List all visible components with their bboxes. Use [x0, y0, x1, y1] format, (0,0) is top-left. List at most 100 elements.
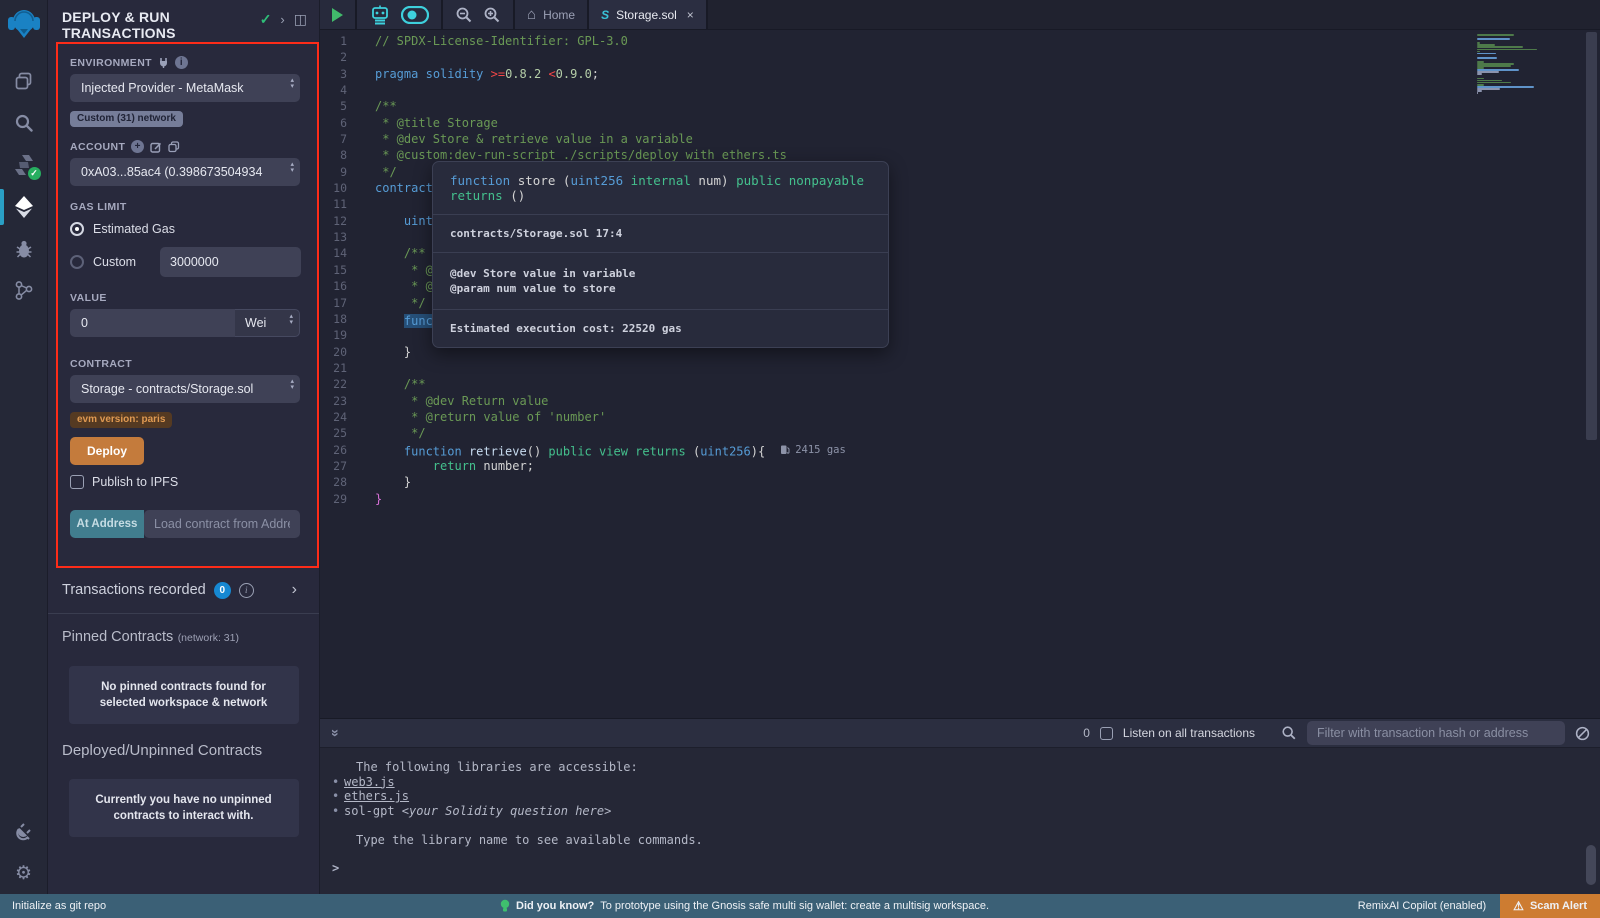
line-number: 29	[320, 491, 375, 507]
line-number: 18	[320, 311, 375, 327]
edit-account-icon[interactable]	[150, 141, 162, 153]
transaction-filter-input[interactable]	[1307, 721, 1565, 745]
code-line[interactable]: 27 return number;	[320, 458, 1600, 474]
code-line[interactable]: 26 function retrieve() public view retur…	[320, 442, 1600, 458]
run-script-button[interactable]	[320, 0, 357, 29]
value-input[interactable]: 0	[70, 309, 235, 337]
estimated-gas-option[interactable]: Estimated Gas	[70, 222, 305, 236]
copilot-status[interactable]: RemixAI Copilot (enabled)	[1358, 900, 1486, 912]
account-value: 0xA03...85ac4 (0.398673504934	[81, 165, 262, 179]
copy-account-icon[interactable]	[168, 141, 180, 153]
account-select[interactable]: 0xA03...85ac4 (0.398673504934 ▴▾	[70, 158, 300, 186]
zoom-out-icon[interactable]	[455, 6, 473, 24]
publish-ipfs-label: Publish to IPFS	[92, 475, 178, 489]
tab-storage-sol[interactable]: S Storage.sol ×	[589, 0, 708, 29]
gas-estimate-badge: 2415 gas	[781, 442, 846, 458]
plugin-manager-icon[interactable]	[0, 810, 48, 852]
code-line[interactable]: 28 }	[320, 474, 1600, 490]
terminal-line	[332, 818, 1600, 833]
code-line[interactable]: 1// SPDX-License-Identifier: GPL-3.0	[320, 33, 1600, 49]
collapse-terminal-icon[interactable]: »	[328, 729, 344, 737]
line-number: 11	[320, 196, 375, 212]
code-line[interactable]: 29}	[320, 491, 1600, 507]
contract-select[interactable]: Storage - contracts/Storage.sol ▴▾	[70, 375, 300, 403]
listen-all-checkbox[interactable]	[1100, 727, 1113, 740]
scam-alert-button[interactable]: ⚠ Scam Alert	[1500, 894, 1600, 918]
code-line[interactable]: 2	[320, 49, 1600, 65]
plug-icon[interactable]	[158, 57, 169, 68]
git-init-status[interactable]: Initialize as git repo	[0, 900, 106, 912]
file-explorer-icon[interactable]	[0, 60, 48, 102]
zoom-in-icon[interactable]	[483, 6, 501, 24]
publish-ipfs-checkbox[interactable]	[70, 475, 84, 489]
settings-icon[interactable]: ⚙	[0, 852, 48, 894]
evm-version-badge: evm version: paris	[70, 412, 172, 428]
deploy-run-icon[interactable]	[0, 186, 48, 228]
solidity-compiler-icon[interactable]: ✓	[0, 144, 48, 186]
code-token: * @title Storage	[375, 116, 498, 130]
code-token	[781, 173, 789, 188]
debugger-icon[interactable]	[0, 228, 48, 270]
transactions-recorded-row[interactable]: Transactions recorded 0 i ›	[48, 568, 319, 611]
code-line[interactable]: 3pragma solidity >=0.8.2 <0.9.0;	[320, 66, 1600, 82]
code-token: 0.9.0	[556, 67, 592, 81]
code-line[interactable]: 4	[320, 82, 1600, 98]
terminal-body[interactable]: The following libraries are accessible:•…	[320, 748, 1600, 875]
remixai-assistant-icon[interactable]	[369, 5, 391, 25]
code-line[interactable]: 7 * @dev Store & retrieve value in a var…	[320, 131, 1600, 147]
code-line[interactable]: 25 */	[320, 425, 1600, 441]
transactions-info-icon[interactable]: i	[239, 583, 254, 598]
minimap-line	[1477, 38, 1510, 40]
environment-value: Injected Provider - MetaMask	[81, 81, 244, 95]
network-badge: Custom (31) network	[70, 111, 183, 127]
editor-scrollbar[interactable]	[1586, 32, 1597, 440]
publish-ipfs-option[interactable]: Publish to IPFS	[70, 475, 305, 489]
custom-gas-input[interactable]	[160, 247, 301, 277]
code-line[interactable]: 5/**	[320, 98, 1600, 114]
terminal-scrollbar[interactable]	[1586, 845, 1596, 885]
code-line[interactable]: 21	[320, 360, 1600, 376]
scam-alert-label: Scam Alert	[1530, 900, 1587, 912]
code-editor[interactable]: 1// SPDX-License-Identifier: GPL-3.023pr…	[320, 31, 1600, 718]
code-line[interactable]: 24 * @return value of 'number'	[320, 409, 1600, 425]
tab-home[interactable]: ⌂ Home	[515, 0, 589, 29]
home-icon: ⌂	[527, 6, 536, 23]
close-tab-icon[interactable]: ×	[687, 8, 694, 22]
at-address-input[interactable]	[144, 510, 300, 538]
code-token: }	[375, 475, 411, 489]
remix-logo-icon[interactable]	[7, 7, 41, 46]
at-address-button[interactable]: At Address	[70, 510, 144, 538]
code-token: (	[686, 444, 700, 458]
code-token: * @return value of 'number'	[375, 410, 606, 424]
clear-filter-icon[interactable]	[1575, 726, 1590, 741]
code-token: return	[433, 459, 476, 473]
line-number: 27	[320, 458, 375, 474]
code-token: /**	[375, 246, 426, 260]
environment-select[interactable]: Injected Provider - MetaMask ▴▾	[70, 74, 300, 102]
custom-gas-radio[interactable]	[70, 255, 84, 269]
custom-gas-option[interactable]: Custom	[70, 247, 305, 277]
copilot-toggle[interactable]	[401, 6, 429, 24]
code-token	[592, 444, 599, 458]
estimated-gas-radio[interactable]	[70, 222, 84, 236]
search-icon[interactable]	[0, 102, 48, 144]
chevron-right-icon[interactable]: ›	[292, 581, 305, 599]
value-unit-select[interactable]: Wei ▴▾	[235, 309, 300, 337]
code-token: ()	[503, 188, 526, 203]
panel-collapse-icon[interactable]: ›	[280, 12, 284, 27]
code-line[interactable]: 6 * @title Storage	[320, 115, 1600, 131]
pin-panel-icon[interactable]: ◫	[294, 11, 307, 28]
deploy-button[interactable]: Deploy	[70, 437, 144, 465]
library-link[interactable]: web3.js	[344, 775, 395, 790]
library-link[interactable]: ethers.js	[344, 789, 409, 804]
unit-testing-icon[interactable]	[0, 270, 48, 312]
code-line[interactable]: 23 * @dev Return value	[320, 393, 1600, 409]
add-account-icon[interactable]: +	[131, 140, 144, 153]
line-number: 16	[320, 278, 375, 294]
terminal-prompt[interactable]: >	[332, 861, 1600, 875]
environment-info-icon[interactable]: i	[175, 56, 188, 69]
code-line[interactable]: 22 /**	[320, 376, 1600, 392]
code-token: uint256	[700, 444, 751, 458]
minimap[interactable]	[1477, 34, 1543, 94]
code-token: }	[375, 345, 411, 359]
